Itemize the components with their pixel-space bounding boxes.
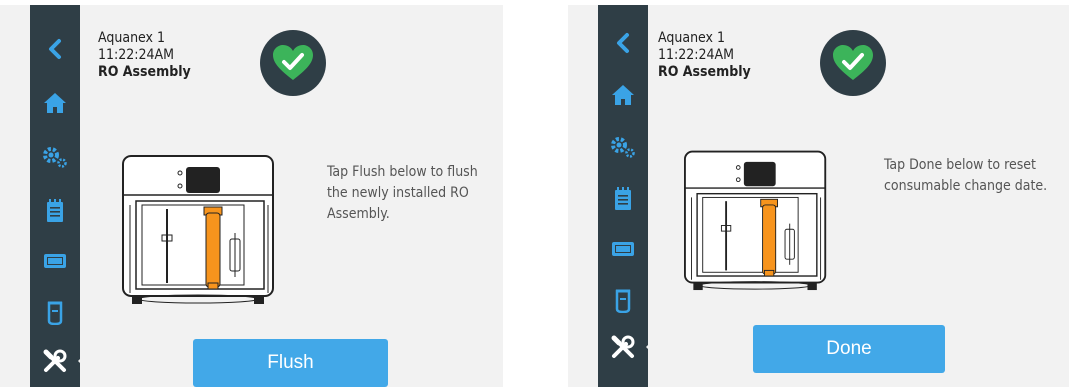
machine-illustration (122, 155, 274, 304)
settings-icon (611, 137, 635, 158)
back-icon (49, 39, 61, 59)
heart-check-icon (833, 45, 873, 80)
active-indicator (646, 339, 654, 355)
settings-button[interactable] (30, 137, 80, 177)
done-button[interactable]: Done (753, 325, 945, 373)
back-button[interactable] (598, 23, 648, 63)
consumable-button[interactable] (598, 281, 648, 321)
device-name: Aquanex 1 (98, 30, 166, 46)
filter-cartridge-icon (612, 242, 634, 256)
tools-button[interactable] (598, 327, 654, 367)
clock: 11:22:24AM (658, 47, 735, 63)
machine-illustration (684, 150, 827, 291)
instruction-text: Tap Done below to reset consumable chang… (884, 157, 1048, 194)
back-icon (617, 33, 629, 53)
tools-button[interactable] (30, 341, 86, 381)
filter-button[interactable] (30, 241, 80, 281)
status-badge (820, 30, 886, 96)
consumable-icon (615, 289, 631, 313)
device-name: Aquanex 1 (658, 30, 726, 46)
log-button[interactable] (30, 191, 80, 231)
back-button[interactable] (30, 29, 80, 69)
section-title: RO Assembly (658, 64, 751, 80)
home-button[interactable] (598, 75, 648, 115)
sidebar (598, 5, 654, 387)
active-indicator (78, 353, 86, 369)
heart-check-icon (273, 45, 313, 80)
filter-cartridge-icon (44, 254, 66, 268)
flush-screen: Aquanex 1 11:22:24AM RO Assembly Tap Flu… (0, 5, 503, 387)
clock: 11:22:24AM (98, 47, 175, 63)
section-title: RO Assembly (98, 64, 191, 80)
tools-icon (43, 349, 67, 372)
sidebar (30, 5, 86, 387)
instruction-text: Tap Flush below to flush the newly insta… (327, 164, 478, 222)
consumable-button[interactable] (30, 293, 80, 333)
status-badge (260, 30, 326, 96)
settings-icon (43, 147, 67, 168)
home-button[interactable] (30, 83, 80, 123)
consumable-icon (47, 301, 63, 325)
log-button[interactable] (598, 179, 648, 219)
log-icon (615, 187, 631, 210)
log-icon (47, 199, 63, 222)
flush-button[interactable]: Flush (193, 339, 388, 387)
filter-button[interactable] (598, 229, 648, 269)
tools-icon (611, 335, 635, 358)
done-screen: Aquanex 1 11:22:24AM RO Assembly Tap Don… (568, 5, 1069, 387)
settings-button[interactable] (598, 127, 648, 167)
home-icon (612, 85, 634, 105)
home-icon (44, 93, 66, 113)
